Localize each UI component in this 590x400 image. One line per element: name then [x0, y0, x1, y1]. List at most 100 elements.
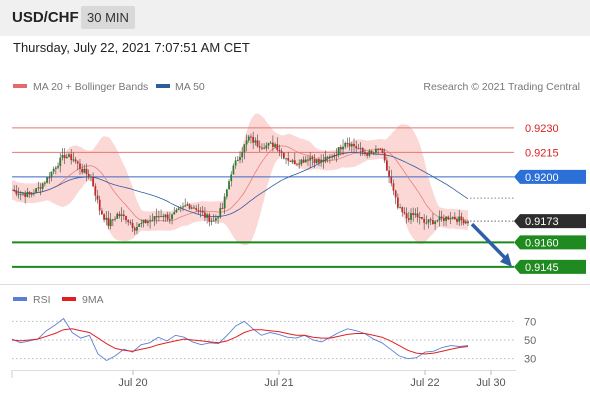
candle-body [94, 186, 97, 196]
candle-body [355, 146, 358, 149]
level-label-resistance: 0.9230 [525, 123, 559, 135]
candle-body [208, 214, 211, 222]
price-chart-svg: MA 20 + Bollinger Bands MA 50 Research ©… [0, 81, 590, 389]
candle-body [460, 216, 463, 220]
candle-body [440, 216, 443, 219]
candle-body [179, 207, 182, 209]
candle-body [254, 140, 257, 143]
candle-body [232, 165, 235, 175]
candle-body [153, 216, 156, 220]
candle-body [182, 206, 184, 208]
candle-body [122, 214, 125, 216]
candle-body [70, 154, 73, 161]
candle-body [57, 165, 59, 168]
candle-body [337, 147, 340, 156]
candle-body [219, 208, 222, 218]
candle-body [399, 207, 401, 209]
candle-body [449, 218, 452, 220]
candle-body [46, 177, 48, 183]
candle-body [366, 153, 369, 156]
candle-body [427, 219, 430, 223]
candle-body [68, 154, 70, 157]
candle-body [436, 220, 439, 222]
candle-body [111, 219, 114, 221]
rsi-tick-label: 50 [524, 335, 536, 347]
candle-body [296, 163, 298, 165]
candle-body [375, 148, 377, 153]
candle-body [396, 197, 399, 208]
candle-body [96, 195, 99, 200]
candle-body [269, 142, 272, 144]
candle-body [462, 219, 465, 224]
candle-body [239, 157, 241, 161]
candle-body [225, 189, 228, 197]
level-label-current: 0.9173 [525, 216, 559, 228]
bollinger-bands [12, 113, 468, 246]
candle-body [33, 193, 35, 195]
candle-body [217, 217, 219, 219]
rsi-panel: 70 50 30 [11, 316, 536, 366]
candle-body [190, 207, 193, 209]
candle-body [434, 221, 437, 225]
candle-body [401, 207, 404, 213]
candle-body [432, 220, 434, 225]
candle-body [204, 212, 206, 218]
candle-body [416, 213, 419, 218]
candle-body [136, 226, 138, 231]
candle-body [339, 147, 342, 150]
candle-body [63, 155, 66, 159]
candle-body [467, 221, 469, 224]
candle-body [37, 187, 40, 189]
candle-body [241, 152, 244, 158]
candle-body [381, 149, 384, 153]
candle-body [348, 143, 351, 147]
candle-body [61, 155, 64, 158]
candle-body [423, 218, 426, 223]
candle-body [456, 219, 458, 222]
candle-body [344, 142, 347, 147]
candle-body [342, 146, 344, 150]
candle-body [28, 192, 31, 195]
candle-body [212, 220, 215, 222]
candle-body [300, 159, 303, 165]
candle-body [48, 177, 51, 179]
candle-body [19, 193, 22, 195]
candle-body [166, 214, 169, 220]
candle-body [245, 140, 248, 145]
candle-body [383, 152, 386, 161]
candle-body [291, 160, 294, 162]
x-axis-ticks: Jul 20 Jul 21 Jul 22 Jul 30 [118, 370, 506, 389]
candle-body [214, 218, 217, 221]
candle-body [50, 171, 53, 178]
candle-body [155, 216, 158, 218]
level-label-support: 0.9145 [525, 262, 559, 274]
candle-body [293, 160, 296, 165]
candle-body [442, 218, 445, 221]
candle-body [271, 142, 274, 147]
candle-body [39, 187, 42, 189]
ma20-legend-label: MA 20 + Bollinger Bands [33, 81, 148, 93]
candle-body [43, 182, 46, 184]
candle-body [256, 140, 259, 147]
candle-body [388, 170, 390, 177]
candle-body [98, 199, 101, 211]
candle-body [267, 143, 270, 146]
chart-widget: USD/CHF 30 MIN Thursday, July 22, 2021 7… [0, 0, 590, 400]
candle-body [445, 216, 447, 221]
candle-body [127, 220, 130, 223]
candle-body [350, 143, 353, 147]
candle-body [151, 219, 154, 221]
level-label-pivot: 0.9200 [525, 172, 559, 184]
candle-body [87, 173, 90, 178]
candle-body [361, 148, 364, 153]
candle-body [236, 160, 239, 162]
candle-body [346, 142, 349, 144]
candle-body [160, 216, 162, 218]
candle-body [414, 213, 417, 216]
x-tick-label: Jul 20 [118, 377, 147, 389]
candle-body [335, 154, 338, 156]
candle-body [302, 159, 305, 163]
candle-body [59, 157, 62, 166]
candle-body [407, 218, 410, 220]
candle-body [54, 167, 57, 169]
